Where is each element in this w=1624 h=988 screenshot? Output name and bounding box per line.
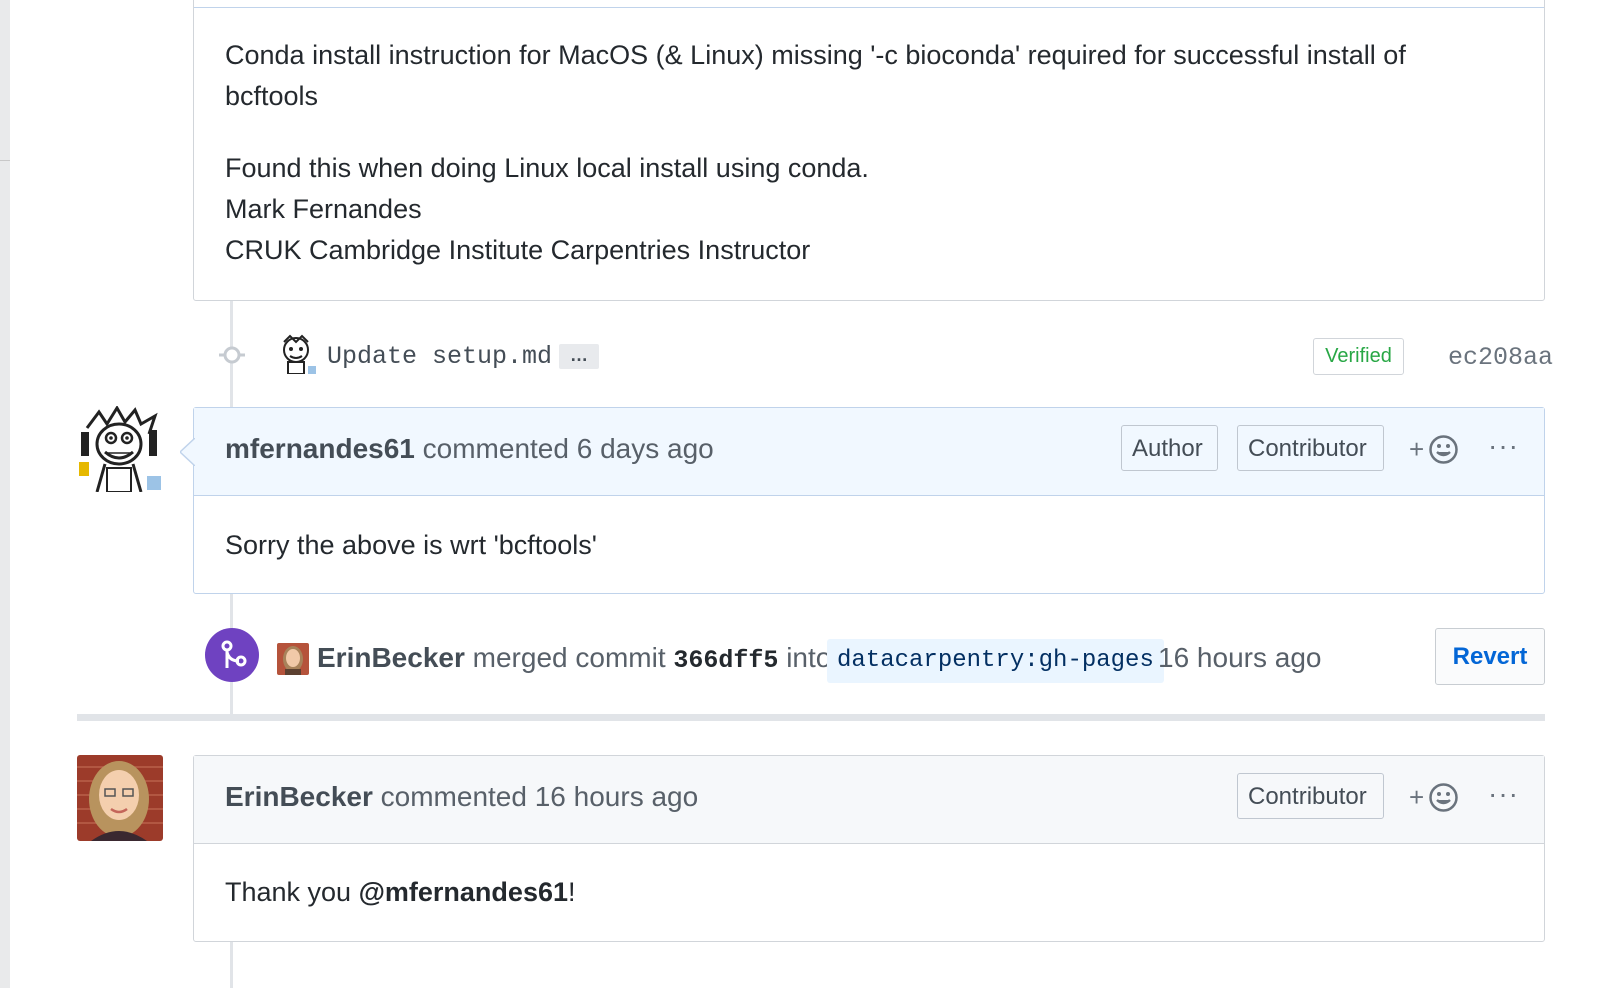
comment-text: bcftools (225, 81, 319, 111)
avatar[interactable] (77, 406, 163, 492)
smiley-icon (1428, 434, 1459, 465)
avatar[interactable] (77, 755, 163, 841)
comment-header-text: mfernandes61 commented 6 days ago (225, 433, 714, 465)
comment-text: Mark Fernandes (225, 194, 422, 224)
comment-text: Found this when doing Linux local instal… (225, 153, 869, 183)
comment-text: Conda install instruction for MacOS (& L… (225, 40, 1406, 70)
comment-box: ErinBecker commented 16 hours ago Contri… (193, 755, 1545, 942)
merger-avatar[interactable] (277, 643, 309, 675)
comment-header: mfernandes61 commented 6 days ago Author… (194, 408, 1544, 496)
merge-commit-link[interactable]: 366dff5 (673, 646, 778, 675)
timeline-divider (77, 714, 1545, 721)
comment-header: ErinBecker commented 16 hours ago Contri… (194, 756, 1544, 844)
left-rail (0, 0, 10, 988)
commit-expand-button[interactable]: … (559, 344, 599, 369)
smiley-icon (1428, 782, 1459, 813)
merge-time[interactable]: 16 hours ago (1158, 642, 1321, 674)
commit-sha-link[interactable]: ec208aa (1448, 343, 1553, 372)
kebab-icon[interactable]: ··· (1488, 778, 1519, 810)
merge-event-text: ErinBecker merged commit 366dff5 into (317, 642, 832, 675)
comment-text: CRUK Cambridge Institute Carpentries Ins… (225, 235, 811, 265)
comment-pointer (180, 438, 195, 466)
comment-body: Thank you @mfernandes61! (225, 877, 576, 907)
comment-meta[interactable]: commented 16 hours ago (381, 781, 699, 812)
add-reaction-button[interactable]: + (1409, 434, 1459, 465)
commit-author-avatar[interactable] (276, 334, 316, 375)
comment-header-text: ErinBecker commented 16 hours ago (225, 781, 698, 813)
comment-box: mfernandes61 commented 6 days ago Author… (180, 407, 1545, 594)
comment-meta[interactable]: commented 6 days ago (423, 433, 714, 464)
add-reaction-button[interactable]: + (1409, 782, 1459, 813)
merger-link[interactable]: ErinBecker (317, 642, 465, 673)
comment-body: Sorry the above is wrt 'bcftools' (225, 530, 597, 560)
contributor-label: Contributor (1237, 773, 1384, 819)
commit-dot-icon (219, 345, 245, 365)
commit-message-link[interactable]: Update setup.md (327, 342, 552, 371)
author-link[interactable]: mfernandes61 (225, 433, 415, 464)
merge-icon (205, 628, 259, 682)
avatar[interactable] (110, 0, 162, 6)
contributor-label: Contributor (1237, 425, 1384, 471)
comment-body-box: Conda install instruction for MacOS (& L… (193, 0, 1545, 301)
author-link[interactable]: ErinBecker (225, 781, 373, 812)
branch-ref[interactable]: datacarpentry:gh-pages (827, 639, 1164, 683)
revert-button[interactable]: Revert (1435, 628, 1545, 685)
timeline-line (230, 940, 233, 988)
user-mention-link[interactable]: @mfernandes61 (359, 877, 568, 907)
author-label: Author (1121, 425, 1218, 471)
verified-badge[interactable]: Verified (1313, 338, 1404, 375)
kebab-icon[interactable]: ··· (1488, 430, 1519, 462)
